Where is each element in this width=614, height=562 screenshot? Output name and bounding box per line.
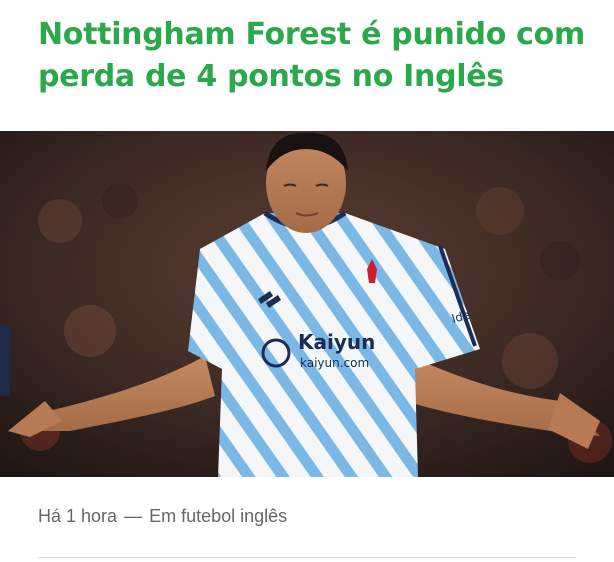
background-player bbox=[0, 326, 10, 396]
article-hero-image[interactable]: Kaiyun kaiyun.com Ide bbox=[0, 131, 614, 477]
article-meta: Há 1 hora — Em futebol inglês bbox=[38, 506, 287, 527]
sponsor-url: kaiyun.com bbox=[300, 356, 369, 370]
divider bbox=[38, 557, 576, 558]
player-photo: Kaiyun kaiyun.com Ide bbox=[0, 131, 614, 477]
article-headline[interactable]: Nottingham Forest é punido com perda de … bbox=[38, 14, 598, 98]
meta-separator: — bbox=[124, 506, 143, 526]
sponsor-name: Kaiyun bbox=[298, 330, 375, 354]
article-category[interactable]: Em futebol inglês bbox=[149, 506, 287, 526]
article-card[interactable]: Nottingham Forest é punido com perda de … bbox=[0, 0, 614, 562]
article-time: Há 1 hora bbox=[38, 506, 118, 526]
